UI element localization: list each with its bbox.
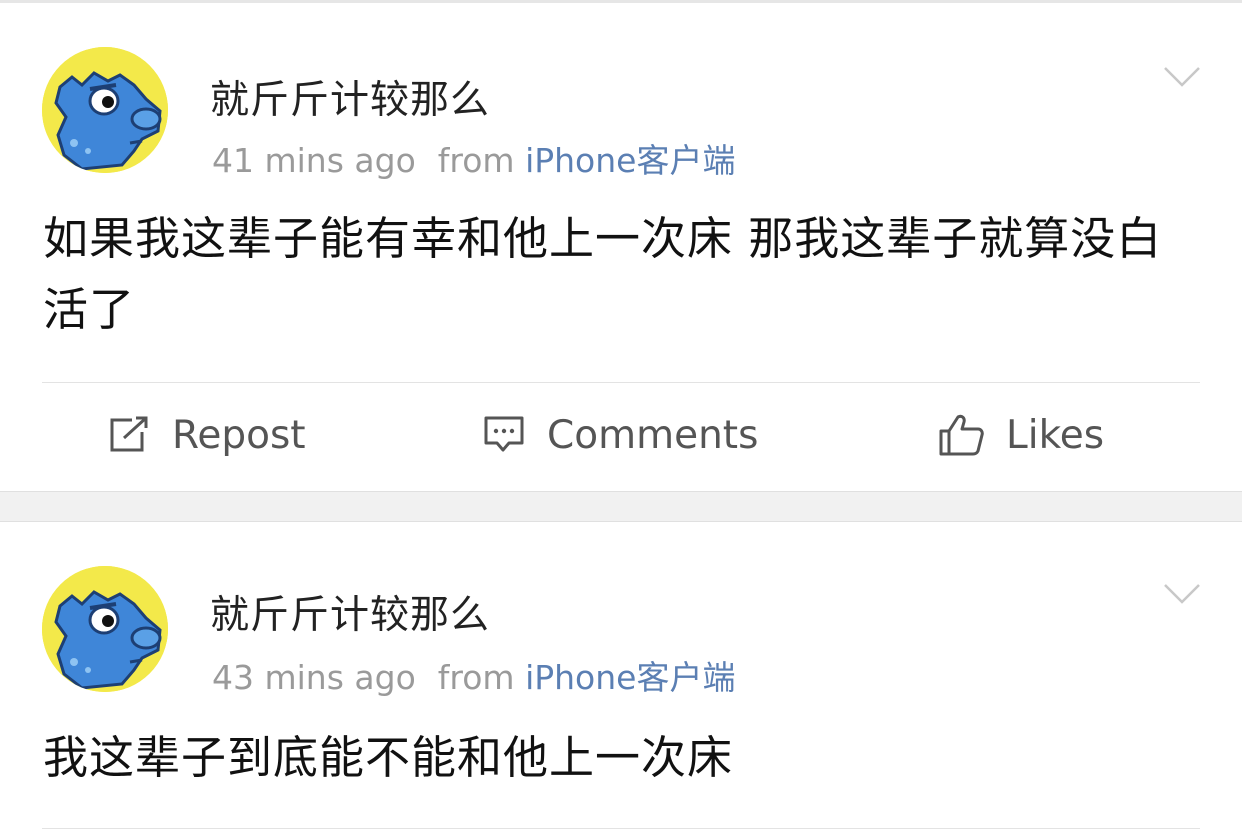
comments-button[interactable]: Comments: [483, 407, 758, 463]
avatar-image: [42, 47, 168, 173]
source-link[interactable]: iPhone客户端: [525, 141, 735, 180]
username[interactable]: 就斤斤计较那么: [210, 584, 490, 640]
chevron-down-icon[interactable]: [1163, 582, 1201, 606]
source-link[interactable]: iPhone客户端: [525, 658, 735, 697]
repost-icon: [110, 416, 148, 452]
comments-label: Comments: [547, 412, 759, 458]
feed: 就斤斤计较那么 41 mins ago from iPhone客户端 如果我这辈子…: [0, 0, 1242, 834]
post-content: 我这辈子到底能不能和他上一次床: [43, 731, 734, 784]
likes-button[interactable]: Likes: [938, 407, 1104, 463]
post-card[interactable]: 就斤斤计较那么 41 mins ago from iPhone客户端 如果我这辈子…: [0, 3, 1242, 491]
timestamp: 41 mins ago: [212, 141, 416, 180]
avatar[interactable]: [42, 47, 168, 173]
post-card[interactable]: 就斤斤计较那么 43 mins ago from iPhone客户端 我这辈子到底…: [0, 522, 1242, 834]
post-separator: [0, 491, 1242, 522]
comment-icon: [484, 416, 524, 452]
divider: [42, 382, 1200, 383]
likes-label: Likes: [1006, 412, 1105, 458]
username[interactable]: 就斤斤计较那么: [210, 69, 490, 125]
post-content: 如果我这辈子能有幸和他上一次床 那我这辈子就算没白活了: [43, 212, 1163, 336]
divider: [42, 828, 1200, 829]
repost-label: Repost: [172, 412, 306, 458]
timestamp: 43 mins ago: [212, 658, 416, 697]
chevron-down-icon[interactable]: [1163, 65, 1201, 89]
post-meta: 41 mins ago from iPhone客户端: [212, 134, 735, 182]
post-meta: 43 mins ago from iPhone客户端: [212, 651, 735, 699]
like-icon: [939, 414, 984, 456]
repost-button[interactable]: Repost: [108, 407, 306, 463]
avatar-image: [42, 566, 168, 692]
from-label: from: [437, 658, 515, 697]
avatar[interactable]: [42, 566, 168, 692]
from-label: from: [437, 141, 515, 180]
